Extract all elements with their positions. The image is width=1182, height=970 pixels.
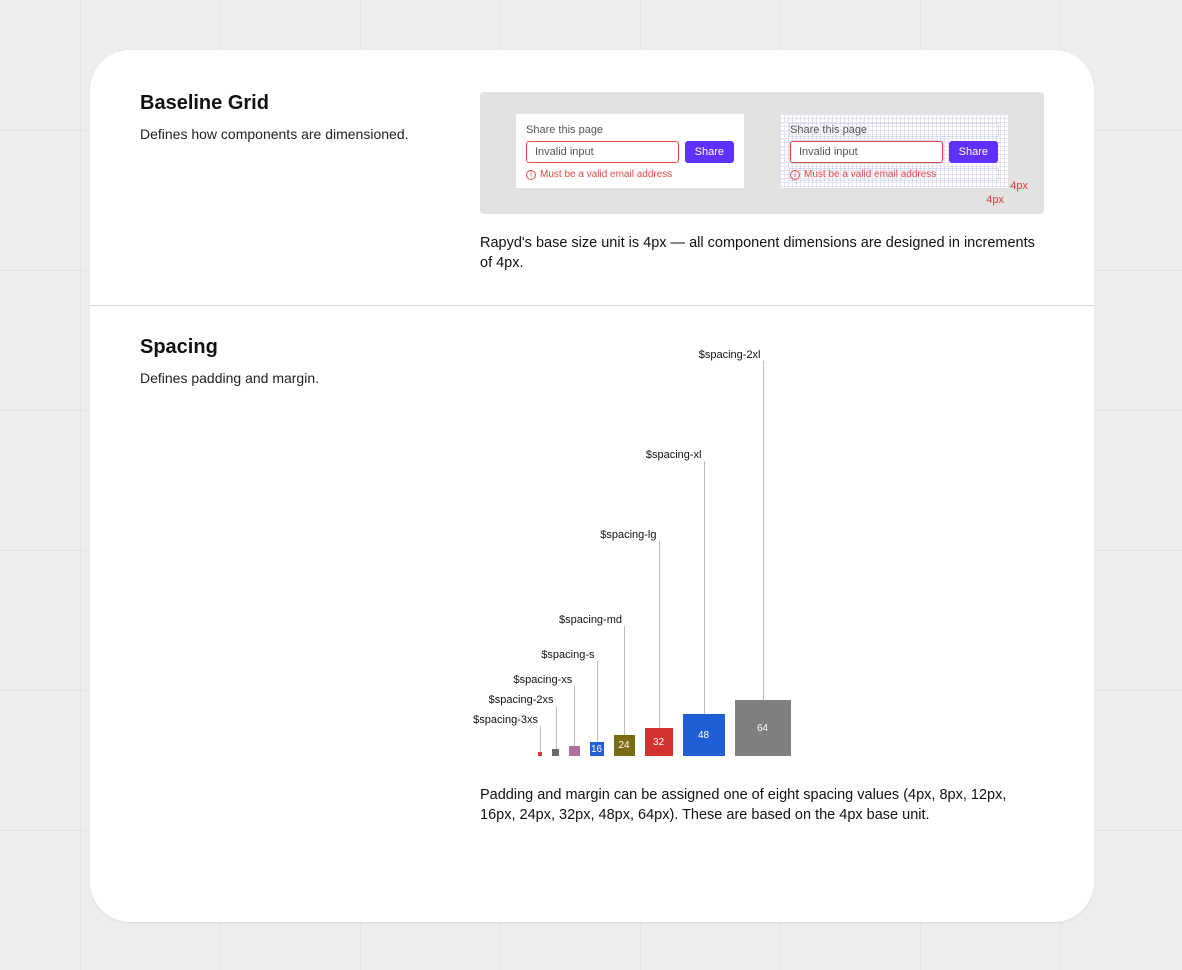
spacing-bar: $spacing-3xs	[538, 752, 542, 756]
bar-stem	[704, 461, 705, 714]
spacing-bar: $spacing-s16	[590, 742, 604, 756]
section-spacing: Spacing Defines padding and margin. $spa…	[90, 306, 1094, 865]
bar-stem	[624, 626, 625, 735]
px-annotation-right: 4px	[1010, 180, 1028, 192]
main-card: Baseline Grid Defines how components are…	[90, 50, 1094, 922]
spacing-bar: $spacing-xs	[569, 746, 580, 757]
baseline-left-column: Baseline Grid Defines how components are…	[140, 92, 440, 273]
bar-token-label: $spacing-xs	[514, 674, 575, 686]
bar-square	[552, 749, 559, 756]
bar-token-label: $spacing-s	[541, 649, 596, 661]
spacing-bar: $spacing-md24	[614, 735, 635, 756]
share-row-grid: Invalid input Share	[790, 141, 998, 163]
bar-square: 48	[683, 714, 725, 756]
share-label: Share this page	[526, 124, 734, 136]
baseline-description: Rapyd's base size unit is 4px — all comp…	[480, 234, 1044, 273]
share-button[interactable]: Share	[685, 141, 734, 163]
bar-square	[538, 752, 542, 756]
bar-stem	[574, 686, 575, 746]
bar-square: 16	[590, 742, 604, 756]
bar-token-label: $spacing-2xs	[489, 694, 556, 706]
spacing-bar: $spacing-xl48	[683, 714, 725, 756]
bar-square: 32	[645, 728, 673, 756]
baseline-title: Baseline Grid	[140, 92, 440, 115]
form-card-grid: Share this page Invalid input Share i Mu…	[780, 114, 1008, 188]
bar-stem	[540, 726, 541, 752]
share-button-grid[interactable]: Share	[949, 141, 998, 163]
helper-text-grid: Must be a valid email address	[804, 169, 936, 180]
spacing-bar: $spacing-2xl64	[735, 700, 791, 756]
helper-text: Must be a valid email address	[540, 169, 672, 180]
spacing-description: Padding and margin can be assigned one o…	[480, 786, 1044, 825]
baseline-preview-box: Share this page Invalid input Share i Mu…	[480, 92, 1044, 214]
bar-square: 24	[614, 735, 635, 756]
info-icon: i	[526, 170, 536, 180]
share-label-grid: Share this page	[790, 124, 998, 136]
email-input-grid[interactable]: Invalid input	[790, 141, 943, 163]
spacing-bar: $spacing-2xs	[552, 749, 559, 756]
bar-square: 64	[735, 700, 791, 756]
bar-stem	[597, 661, 598, 742]
spacing-chart: $spacing-3xs $spacing-2xs $spacing-xs $spac…	[480, 336, 1044, 756]
bar-token-label: $spacing-3xs	[473, 714, 540, 726]
baseline-right-column: Share this page Invalid input Share i Mu…	[480, 92, 1044, 273]
helper-text-row: i Must be a valid email address	[526, 169, 734, 180]
email-input[interactable]: Invalid input	[526, 141, 679, 163]
form-card-plain: Share this page Invalid input Share i Mu…	[516, 114, 744, 188]
bar-token-label: $spacing-xl	[646, 449, 704, 461]
px-annotation-bottom: 4px	[986, 194, 1004, 206]
spacing-right-column: $spacing-3xs $spacing-2xs $spacing-xs $spac…	[480, 336, 1044, 825]
helper-text-row-grid: i Must be a valid email address	[790, 169, 998, 180]
section-baseline-grid: Baseline Grid Defines how components are…	[90, 50, 1094, 305]
spacing-subtitle: Defines padding and margin.	[140, 369, 440, 389]
info-icon-grid: i	[790, 170, 800, 180]
bar-token-label: $spacing-lg	[600, 529, 658, 541]
bar-token-label: $spacing-md	[559, 614, 624, 626]
spacing-title: Spacing	[140, 336, 440, 359]
share-row: Invalid input Share	[526, 141, 734, 163]
bar-square	[569, 746, 580, 757]
bar-token-label: $spacing-2xl	[699, 349, 763, 361]
baseline-subtitle: Defines how components are dimensioned.	[140, 125, 440, 145]
bar-stem	[659, 541, 660, 728]
bar-stem	[763, 361, 764, 700]
spacing-left-column: Spacing Defines padding and margin.	[140, 336, 440, 825]
bar-stem	[556, 706, 557, 749]
spacing-bar: $spacing-lg32	[645, 728, 673, 756]
